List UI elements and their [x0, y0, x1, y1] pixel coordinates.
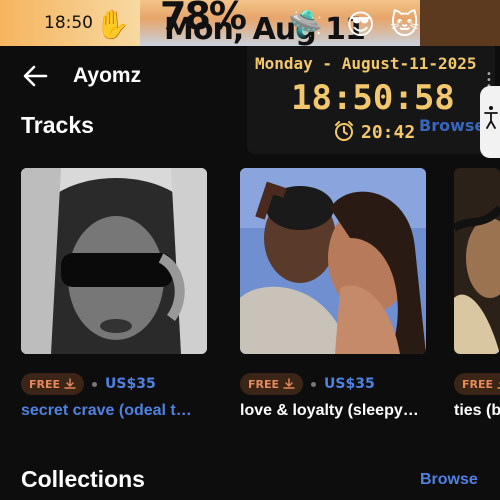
free-download-badge[interactable]: FREE [21, 373, 85, 395]
track-card[interactable]: FREE US$35 secret crave (odeal t… [21, 168, 207, 419]
status-bar: 18:50 ✋ 78% Mon, Aug 11 🛸 😎 🐱 [0, 0, 500, 46]
free-download-badge[interactable]: FREE [454, 373, 500, 395]
alarm-clock-icon [335, 121, 353, 141]
free-label: FREE [248, 377, 280, 391]
download-icon [64, 378, 76, 389]
page-title: Ayomz [73, 64, 142, 87]
alarm-time: 20:42 [361, 122, 416, 143]
track-cover-image[interactable] [21, 168, 207, 354]
date-overlay-text: Mon, Aug 11 [164, 12, 366, 46]
track-name[interactable]: ties (b [454, 402, 500, 420]
clock-date: Monday - August-11-2025 [255, 54, 477, 73]
separator-dot [311, 381, 317, 387]
track-name[interactable]: secret crave (odeal t… [21, 402, 221, 420]
wallpaper-tree [420, 0, 500, 46]
tracks-browse-link[interactable]: Browse [419, 116, 485, 135]
free-download-badge[interactable]: FREE [240, 373, 304, 395]
back-arrow-icon[interactable] [22, 64, 48, 88]
download-icon [283, 378, 295, 389]
separator-dot [92, 381, 98, 387]
track-card[interactable]: FREE US$35 love & loyalty (sleepy… [240, 168, 426, 419]
track-card[interactable]: FREE ties (b [454, 168, 500, 438]
sunglasses-emoji-icon: 😎 [346, 8, 376, 41]
track-cover-image[interactable] [454, 168, 500, 354]
accessibility-icon [484, 106, 498, 129]
collections-browse-link[interactable]: Browse [420, 471, 478, 489]
cat-icon: 🐱 [390, 8, 420, 41]
clock-time: 18:50:58 [291, 78, 455, 118]
track-cover-image[interactable] [240, 168, 426, 354]
accessibility-button[interactable] [480, 86, 500, 158]
muted-hand-icon: ✋ [95, 8, 130, 41]
tracks-heading: Tracks [21, 112, 94, 138]
ufo-icon: 🛸 [288, 8, 323, 41]
track-price: US$35 [324, 376, 375, 392]
status-time: 18:50 [44, 13, 93, 33]
free-label: FREE [29, 377, 61, 391]
collections-heading: Collections [21, 466, 145, 492]
track-name[interactable]: love & loyalty (sleepy… [240, 402, 440, 420]
clock-overlay[interactable]: Monday - August-11-2025 18:50:58 20:42 B… [247, 46, 495, 154]
free-label: FREE [462, 377, 494, 391]
track-price: US$35 [105, 376, 156, 392]
